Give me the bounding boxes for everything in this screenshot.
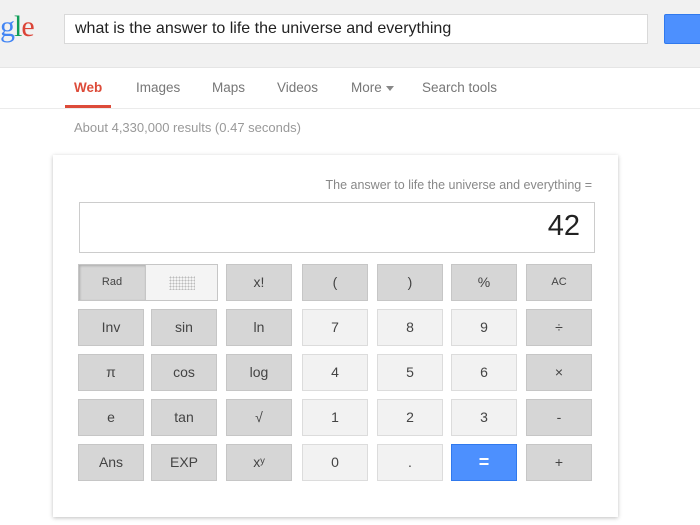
dots-icon: [168, 275, 195, 290]
search-input[interactable]: what is the answer to life the universe …: [64, 14, 648, 44]
calc-key[interactable]: 1: [302, 399, 368, 436]
calculator-display: 42: [79, 202, 595, 253]
calc-key[interactable]: %: [451, 264, 517, 301]
calc-key[interactable]: Ans: [78, 444, 144, 481]
calc-key[interactable]: -: [526, 399, 592, 436]
calc-key[interactable]: log: [226, 354, 292, 391]
deg-button[interactable]: [146, 265, 217, 300]
tab-maps[interactable]: Maps: [212, 80, 245, 95]
calc-key[interactable]: xʸ: [226, 444, 292, 481]
calc-key[interactable]: ÷: [526, 309, 592, 346]
calc-key[interactable]: 6: [451, 354, 517, 391]
calc-key[interactable]: EXP: [151, 444, 217, 481]
tab-more[interactable]: More: [351, 80, 394, 95]
calc-key[interactable]: AC: [526, 264, 592, 301]
tab-videos[interactable]: Videos: [277, 80, 318, 95]
search-tools[interactable]: Search tools: [422, 80, 497, 95]
calc-key[interactable]: 3: [451, 399, 517, 436]
calc-key[interactable]: (: [302, 264, 368, 301]
calc-key[interactable]: e: [78, 399, 144, 436]
calc-key[interactable]: √: [226, 399, 292, 436]
calc-key[interactable]: 0: [302, 444, 368, 481]
tab-images[interactable]: Images: [136, 80, 180, 95]
calc-key[interactable]: ln: [226, 309, 292, 346]
calc-key[interactable]: Inv: [78, 309, 144, 346]
calc-key[interactable]: 2: [377, 399, 443, 436]
tab-web[interactable]: Web: [74, 80, 102, 95]
calc-key[interactable]: 4: [302, 354, 368, 391]
calc-key[interactable]: tan: [151, 399, 217, 436]
header: ogle what is the answer to life the univ…: [0, 0, 700, 68]
calc-key[interactable]: .: [377, 444, 443, 481]
calc-key[interactable]: ×: [526, 354, 592, 391]
calc-key[interactable]: ): [377, 264, 443, 301]
rad-button[interactable]: Rad: [79, 265, 146, 300]
calc-key[interactable]: 7: [302, 309, 368, 346]
angle-mode-toggle[interactable]: Rad: [78, 264, 218, 301]
calc-key[interactable]: =: [451, 444, 517, 481]
tab-more-label: More: [351, 80, 382, 95]
calc-key[interactable]: +: [526, 444, 592, 481]
divider: [0, 108, 700, 109]
calc-key[interactable]: sin: [151, 309, 217, 346]
search-button[interactable]: [664, 14, 700, 44]
calc-key[interactable]: 5: [377, 354, 443, 391]
calc-key[interactable]: π: [78, 354, 144, 391]
google-logo[interactable]: ogle: [0, 10, 35, 44]
result-stats: About 4,330,000 results (0.47 seconds): [74, 120, 301, 135]
calculator-card: The answer to life the universe and ever…: [53, 155, 618, 517]
calc-key[interactable]: 9: [451, 309, 517, 346]
calc-key[interactable]: x!: [226, 264, 292, 301]
calculator-expression: The answer to life the universe and ever…: [325, 178, 592, 192]
calc-key[interactable]: 8: [377, 309, 443, 346]
calc-key[interactable]: cos: [151, 354, 217, 391]
caret-down-icon: [385, 85, 394, 91]
